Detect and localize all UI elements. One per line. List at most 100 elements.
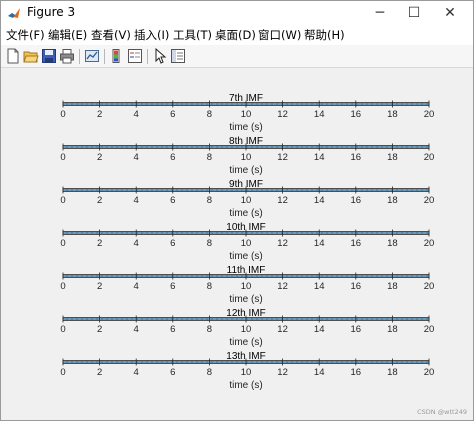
- title-bar[interactable]: Figure 3 ─ ☐ ✕: [1, 1, 473, 25]
- x-tick-label: 20: [424, 152, 435, 163]
- x-tick-label: 2: [97, 367, 102, 378]
- legend-icon[interactable]: [127, 48, 143, 64]
- x-tick-label: 8: [207, 281, 212, 292]
- x-axis-label: time (s): [229, 122, 262, 133]
- x-tick-label: 8: [207, 367, 212, 378]
- x-tick-label: 16: [351, 152, 362, 163]
- x-tick-label: 8: [207, 109, 212, 120]
- x-tick-label: 18: [387, 195, 398, 206]
- close-button[interactable]: ✕: [433, 1, 467, 25]
- x-axis-label: time (s): [229, 208, 262, 219]
- x-tick-label: 4: [134, 195, 139, 206]
- toolbar-separator: [79, 49, 80, 64]
- x-tick-label: 16: [351, 281, 362, 292]
- x-tick-label: 20: [424, 281, 435, 292]
- x-tick-label: 20: [424, 109, 435, 120]
- property-inspector-icon[interactable]: [170, 48, 186, 64]
- x-tick-label: 14: [314, 109, 325, 120]
- x-tick-label: 6: [170, 152, 175, 163]
- x-tick-label: 6: [170, 195, 175, 206]
- x-tick-label: 14: [314, 152, 325, 163]
- x-tick-label: 10: [241, 195, 252, 206]
- x-tick-label: 18: [387, 367, 398, 378]
- x-tick-label: 20: [424, 195, 435, 206]
- menu-tools[interactable]: 工具(T): [173, 27, 212, 43]
- x-tick-label: 0: [60, 367, 65, 378]
- toolbar-separator: [147, 49, 148, 64]
- x-axis-label: time (s): [229, 251, 262, 262]
- x-tick-label: 12: [277, 109, 288, 120]
- x-tick-label: 6: [170, 281, 175, 292]
- subplot-12th-imf: 12th IMF0 2 4 6 8 10 12 14 16 18 20time (s): [60, 308, 434, 348]
- subplot-11th-imf: 11th IMF0 2 4 6 8 10 12 14 16 18 20time (s): [60, 265, 434, 305]
- x-tick-label: 10: [241, 281, 252, 292]
- x-tick-label: 16: [351, 109, 362, 120]
- x-tick-label: 16: [351, 367, 362, 378]
- x-tick-label: 4: [134, 281, 139, 292]
- x-tick-label: 12: [277, 195, 288, 206]
- x-tick-label: 0: [60, 152, 65, 163]
- x-tick-label: 2: [97, 238, 102, 249]
- x-tick-label: 2: [97, 195, 102, 206]
- x-tick-label: 6: [170, 324, 175, 335]
- x-tick-label: 10: [241, 367, 252, 378]
- link-plot-icon[interactable]: [84, 48, 100, 64]
- x-tick-label: 18: [387, 238, 398, 249]
- x-tick-label: 4: [134, 152, 139, 163]
- x-tick-label: 12: [277, 238, 288, 249]
- x-axis-label: time (s): [229, 294, 262, 305]
- x-tick-label: 16: [351, 195, 362, 206]
- menu-help[interactable]: 帮助(H): [304, 27, 345, 43]
- x-tick-label: 8: [207, 238, 212, 249]
- window-title: Figure 3: [27, 5, 76, 19]
- save-icon[interactable]: [41, 48, 57, 64]
- new-figure-icon[interactable]: [5, 48, 21, 64]
- menu-bar: 文件(F) 编辑(E) 查看(V) 插入(I) 工具(T) 桌面(D) 窗口(W…: [1, 25, 473, 45]
- matlab-logo-icon: [8, 8, 20, 18]
- x-tick-label: 10: [241, 238, 252, 249]
- subplot-7th-imf: 7th IMF0 2 4 6 8 10 12 14 16 18 20time (s): [60, 93, 434, 133]
- x-tick-label: 10: [241, 109, 252, 120]
- toolbar: [1, 45, 473, 68]
- menu-file[interactable]: 文件(F): [6, 27, 45, 43]
- menu-window[interactable]: 窗口(W): [258, 27, 301, 43]
- x-tick-label: 18: [387, 152, 398, 163]
- x-tick-label: 18: [387, 281, 398, 292]
- edit-plot-arrow-icon[interactable]: [152, 48, 168, 64]
- x-tick-label: 14: [314, 238, 325, 249]
- x-tick-label: 0: [60, 281, 65, 292]
- open-file-icon[interactable]: [23, 48, 39, 64]
- x-tick-label: 8: [207, 152, 212, 163]
- x-tick-label: 4: [134, 238, 139, 249]
- colorbar-icon[interactable]: [109, 48, 125, 64]
- toolbar-separator: [104, 49, 105, 64]
- x-tick-label: 2: [97, 109, 102, 120]
- x-tick-label: 0: [60, 324, 65, 335]
- subplot-9th-imf: 9th IMF0 2 4 6 8 10 12 14 16 18 20time (s): [60, 179, 434, 219]
- x-tick-label: 18: [387, 109, 398, 120]
- x-tick-label: 0: [60, 195, 65, 206]
- x-tick-label: 20: [424, 238, 435, 249]
- menu-insert[interactable]: 插入(I): [134, 27, 169, 43]
- x-tick-label: 14: [314, 281, 325, 292]
- menu-edit[interactable]: 编辑(E): [48, 27, 87, 43]
- x-tick-label: 8: [207, 195, 212, 206]
- x-axis-label: time (s): [229, 337, 262, 348]
- x-tick-label: 6: [170, 238, 175, 249]
- x-tick-label: 0: [60, 109, 65, 120]
- print-icon[interactable]: [59, 48, 75, 64]
- imf-subplots-chart: 7th IMF0 2 4 6 8 10 12 14 16 18 20time (s)8th IMF0…: [60, 93, 434, 391]
- maximize-button[interactable]: ☐: [397, 1, 431, 25]
- subplot-10th-imf: 10th IMF0 2 4 6 8 10 12 14 16 18 20time (s): [60, 222, 434, 262]
- minimize-button[interactable]: ─: [363, 1, 397, 25]
- x-tick-label: 20: [424, 324, 435, 335]
- x-tick-label: 0: [60, 238, 65, 249]
- subplot-8th-imf: 8th IMF0 2 4 6 8 10 12 14 16 18 20time (s): [60, 136, 434, 176]
- menu-desktop[interactable]: 桌面(D): [215, 27, 256, 43]
- x-tick-label: 14: [314, 195, 325, 206]
- x-tick-label: 16: [351, 238, 362, 249]
- menu-view[interactable]: 查看(V): [91, 27, 131, 43]
- x-tick-label: 12: [277, 152, 288, 163]
- x-tick-label: 6: [170, 367, 175, 378]
- csdn-watermark: CSDN @wtt249: [417, 408, 467, 416]
